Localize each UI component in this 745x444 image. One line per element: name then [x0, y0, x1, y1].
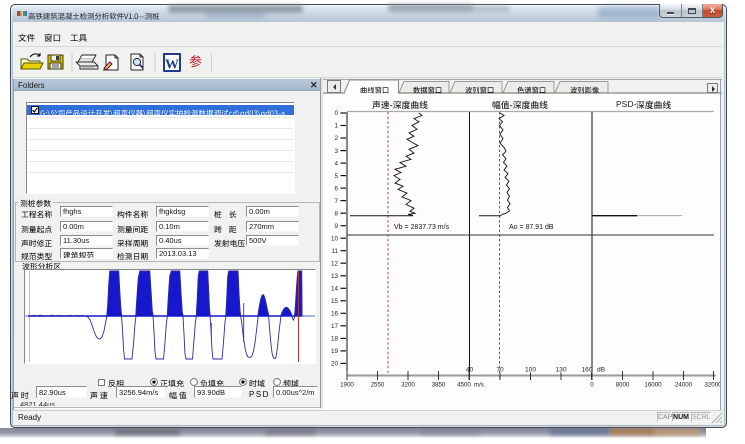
svg-text:0: 0	[334, 110, 338, 117]
svg-text:Vb = 2837.73 m/s: Vb = 2837.73 m/s	[394, 224, 450, 231]
svg-text:m/s: m/s	[474, 382, 484, 389]
svg-text:13: 13	[331, 273, 339, 280]
svg-text:14: 14	[331, 286, 339, 293]
svg-text:4: 4	[334, 160, 338, 167]
svg-text:19: 19	[331, 348, 339, 355]
svg-text:7: 7	[334, 198, 338, 205]
svg-text:10: 10	[331, 235, 339, 242]
svg-text:40: 40	[466, 367, 474, 374]
svg-text:70: 70	[496, 367, 504, 374]
svg-text:16: 16	[331, 311, 339, 318]
svg-text:20: 20	[331, 361, 339, 368]
svg-text:100: 100	[525, 367, 536, 374]
svg-text:3850: 3850	[432, 382, 446, 389]
svg-text:3: 3	[334, 148, 338, 155]
svg-text:8: 8	[334, 210, 338, 217]
svg-text:2: 2	[334, 135, 338, 142]
svg-text:4500: 4500	[457, 382, 471, 389]
svg-text:dB: dB	[597, 367, 606, 374]
svg-text:1: 1	[334, 123, 338, 130]
svg-text:32000: 32000	[704, 382, 721, 389]
svg-text:6: 6	[334, 185, 338, 192]
svg-text:12: 12	[331, 260, 339, 267]
svg-text:15: 15	[331, 298, 339, 305]
svg-text:24000: 24000	[675, 382, 693, 389]
svg-text:0: 0	[590, 382, 594, 389]
svg-text:130: 130	[555, 367, 566, 374]
svg-text:11: 11	[331, 248, 338, 255]
svg-text:18: 18	[331, 336, 339, 343]
svg-text:3200: 3200	[401, 382, 415, 389]
svg-text:8000: 8000	[616, 382, 630, 389]
svg-text:2550: 2550	[371, 382, 385, 389]
svg-text:W: W	[165, 58, 179, 73]
svg-text:Ao = 87.91 dB: Ao = 87.91 dB	[509, 224, 554, 231]
svg-text:17: 17	[331, 323, 339, 330]
svg-text:5: 5	[334, 173, 338, 180]
svg-text:160: 160	[581, 367, 592, 374]
svg-text:9: 9	[334, 223, 338, 230]
svg-text:16000: 16000	[644, 382, 662, 389]
svg-text:1900: 1900	[340, 382, 354, 389]
